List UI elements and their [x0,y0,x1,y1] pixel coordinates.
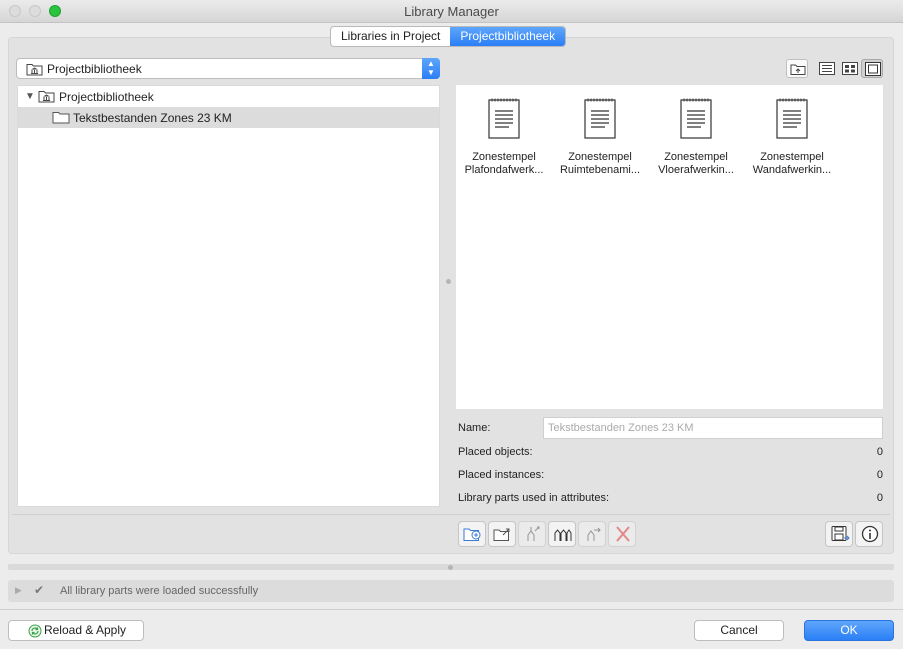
tree-item-label: Tekstbestanden Zones 23 KM [73,111,232,125]
list-view-icon [819,62,835,75]
footer-divider [0,609,903,610]
gallery-item-subtitle: Vloerafwerkin... [658,164,734,176]
toolbar-divider [12,514,890,515]
attributes-value: 0 [876,492,883,504]
add-library-button[interactable] [458,521,486,547]
gallery-item[interactable]: Zonestempel Plafondafwerk... [456,97,552,177]
preview-view-button[interactable] [861,59,883,78]
move-part-button[interactable] [578,521,606,547]
status-message: All library parts were loaded successful… [60,585,259,597]
library-icon [26,64,43,76]
text-document-icon [488,98,520,139]
objects-group-icon [554,529,572,541]
status-bar: ▶ ✔ All library parts were loaded succes… [8,580,894,602]
tab-projectbibliotheek[interactable]: Projectbibliotheek [450,27,566,46]
icon-view-button[interactable] [839,59,861,78]
placed-instances-label: Placed instances: [458,469,545,481]
tab-bar: Libraries in Project Projectbibliotheek [330,26,567,47]
save-disk-icon [831,526,850,541]
cancel-button[interactable]: Cancel [694,620,784,641]
export-library-button[interactable] [488,521,516,547]
text-document-icon [584,98,616,139]
object-move-icon [587,527,601,541]
gallery-item[interactable]: Zonestempel Ruimtebenami... [552,97,648,177]
gallery-item[interactable]: Zonestempel Vloerafwerkin... [648,97,744,177]
expand-status-triangle-icon[interactable]: ▶ [15,585,22,596]
save-button[interactable] [825,521,853,547]
tree-item-folder[interactable]: Tekstbestanden Zones 23 KM [18,107,439,128]
gallery-item-title: Zonestempel [760,151,824,163]
tree-item-label: Projectbibliotheek [59,90,154,104]
gallery-item-subtitle: Plafondafwerk... [464,164,544,176]
gallery-item-title: Zonestempel [472,151,536,163]
tree-item-root[interactable]: ▼ Projectbibliotheek [18,86,439,107]
folder-up-icon [790,64,806,75]
tab-libraries-in-project[interactable]: Libraries in Project [331,27,450,46]
gallery-item-title: Zonestempel [664,151,728,163]
library-icon [38,91,55,103]
object-edit-icon [527,526,540,541]
ok-button[interactable]: OK [804,620,894,641]
disclosure-triangle-icon[interactable]: ▼ [25,91,35,102]
name-label: Name: [458,422,491,434]
text-document-icon [776,98,808,139]
select-arrows-icon: ▲ ▼ [422,58,440,79]
info-icon [861,525,879,543]
vertical-splitter-handle[interactable] [446,279,451,284]
parent-folder-button[interactable] [786,59,808,78]
title-bar: Library Manager [0,0,903,23]
edit-part-button[interactable] [518,521,546,547]
gallery-item-title: Zonestempel [568,151,632,163]
placed-objects-label: Placed objects: [458,446,533,458]
reload-apply-button[interactable]: Reload & Apply [8,620,144,641]
gallery-item-subtitle: Wandafwerkin... [752,164,832,176]
gallery-item[interactable]: Zonestempel Wandafwerkin... [744,97,840,177]
preview-view-icon [865,62,881,76]
folder-add-icon [463,528,481,541]
library-select-value: Projectbibliotheek [47,62,142,76]
placed-objects-value: 0 [876,446,883,458]
gallery-item-subtitle: Ruimtebenami... [559,164,641,176]
attributes-label: Library parts used in attributes: [458,492,610,504]
folder-icon [52,112,70,124]
placed-instances-value: 0 [876,469,883,481]
folder-export-icon [493,528,510,541]
remove-library-button[interactable] [608,521,636,547]
checkmark-icon: ✔ [34,583,45,597]
list-view-button[interactable] [816,59,838,78]
text-document-icon [680,98,712,139]
grid-view-icon [842,62,858,75]
reload-apply-label: Reload & Apply [43,623,127,637]
library-part-gallery: Zonestempel Plafondafwerk... Zonestempel… [456,85,883,409]
reload-icon [28,624,42,638]
name-field[interactable]: Tekstbestanden Zones 23 KM [543,417,883,439]
horizontal-splitter-handle[interactable] [448,565,453,570]
library-tree: ▼ Projectbibliotheek Tekstbestanden Zone… [17,85,440,507]
info-button[interactable] [855,521,883,547]
library-select[interactable]: Projectbibliotheek ▲ ▼ [16,58,440,79]
delete-x-icon [616,526,630,542]
window-title: Library Manager [404,4,499,19]
placed-objects-button[interactable] [548,521,576,547]
